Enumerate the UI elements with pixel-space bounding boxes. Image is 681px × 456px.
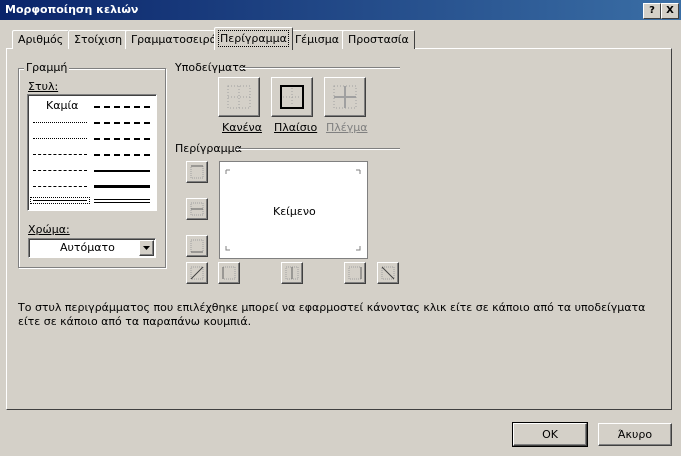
preset-none-label: Κανένα xyxy=(222,121,262,134)
tab-alignment[interactable]: Στοίχιση xyxy=(68,30,129,49)
tab-label: Γραμματοσειρά xyxy=(131,33,217,46)
style-list[interactable]: Καμία xyxy=(27,94,157,211)
close-button[interactable]: X xyxy=(661,3,679,19)
style-hair[interactable] xyxy=(33,122,87,123)
tab-label: Στοίχιση xyxy=(74,33,123,46)
presets-separator xyxy=(240,67,400,69)
dropdown-arrow-button[interactable] xyxy=(139,240,154,256)
tab-label: Προστασία xyxy=(348,33,409,46)
style-double[interactable] xyxy=(94,199,150,203)
tab-fill[interactable]: Γέμισμα xyxy=(289,30,346,49)
style-slant-dash-dot[interactable] xyxy=(94,122,150,124)
preset-outline-button[interactable] xyxy=(271,77,313,117)
border-top-button[interactable] xyxy=(186,161,208,183)
tab-protection[interactable]: Προστασία xyxy=(342,30,415,49)
tab-number[interactable]: Αριθμός xyxy=(12,30,70,49)
color-value: Αυτόματο xyxy=(60,241,115,254)
style-medium[interactable] xyxy=(94,170,150,172)
outline-border-icon xyxy=(280,85,304,109)
inside-border-icon xyxy=(333,85,357,109)
border-horizontal-icon xyxy=(190,202,204,216)
border-bottom-button[interactable] xyxy=(186,235,208,257)
preset-none-button[interactable] xyxy=(218,77,260,117)
border-left-icon xyxy=(222,266,236,280)
style-medium-dashed[interactable] xyxy=(94,154,150,156)
style-thick[interactable] xyxy=(94,185,150,188)
hint-text: Το στυλ περιγράμματος που επιλέχθηκε μπο… xyxy=(18,301,646,328)
tab-label: Αριθμός xyxy=(18,33,64,46)
style-dash-dot-thin[interactable] xyxy=(33,170,87,171)
dialog-title: Μορφοποίηση κελιών xyxy=(5,3,139,16)
no-border-icon xyxy=(227,85,251,109)
preset-inside-button[interactable] xyxy=(324,77,366,117)
color-dropdown[interactable]: Αυτόματο xyxy=(28,238,156,258)
line-group-label: Γραμμή xyxy=(24,61,70,74)
diagonal-down-icon xyxy=(381,266,395,280)
border-diagonal-up-button[interactable] xyxy=(186,262,208,284)
border-preview[interactable]: Κείμενο xyxy=(219,161,368,259)
help-button[interactable]: ? xyxy=(643,3,661,19)
tab-label: Περίγραμμα xyxy=(218,30,289,47)
tab-border[interactable]: Περίγραμμα xyxy=(214,27,293,50)
tab-font[interactable]: Γραμματοσειρά xyxy=(125,30,223,49)
border-top-icon xyxy=(190,165,204,179)
style-dash-dot-dot-thin[interactable] xyxy=(33,154,87,155)
style-label: Στυλ: xyxy=(28,80,59,93)
border-label: Περίγραμμα xyxy=(175,142,242,155)
border-inside-horizontal-button[interactable] xyxy=(186,198,208,220)
style-medium-dash-dot-dot[interactable] xyxy=(94,106,150,108)
ok-button[interactable]: OK xyxy=(512,422,588,447)
preview-text: Κείμενο xyxy=(273,205,316,218)
preset-outline-label: Πλαίσιο xyxy=(274,121,318,134)
style-dotted[interactable] xyxy=(33,138,87,139)
style-dashed-thin[interactable] xyxy=(33,186,87,187)
diagonal-up-icon xyxy=(190,266,204,280)
border-bottom-icon xyxy=(190,239,204,253)
tab-label: Γέμισμα xyxy=(295,33,340,46)
title-bar: Μορφοποίηση κελιών ? X xyxy=(0,0,681,20)
border-right-button[interactable] xyxy=(344,262,366,284)
color-label: Χρώμα: xyxy=(28,223,70,236)
preset-inside-label: Πλέγμα xyxy=(326,121,368,134)
border-diagonal-down-button[interactable] xyxy=(377,262,399,284)
border-left-button[interactable] xyxy=(218,262,240,284)
style-thin-selected[interactable] xyxy=(30,197,90,204)
border-separator xyxy=(236,148,400,150)
chevron-down-icon xyxy=(143,246,150,250)
border-right-icon xyxy=(348,266,362,280)
cancel-button[interactable]: Άκυρο xyxy=(598,423,672,446)
style-none[interactable]: Καμία xyxy=(46,99,78,112)
presets-label: Υποδείγματα xyxy=(175,61,247,74)
border-vertical-icon xyxy=(285,266,299,280)
border-inside-vertical-button[interactable] xyxy=(281,262,303,284)
style-medium-dash-dot[interactable] xyxy=(94,138,150,140)
